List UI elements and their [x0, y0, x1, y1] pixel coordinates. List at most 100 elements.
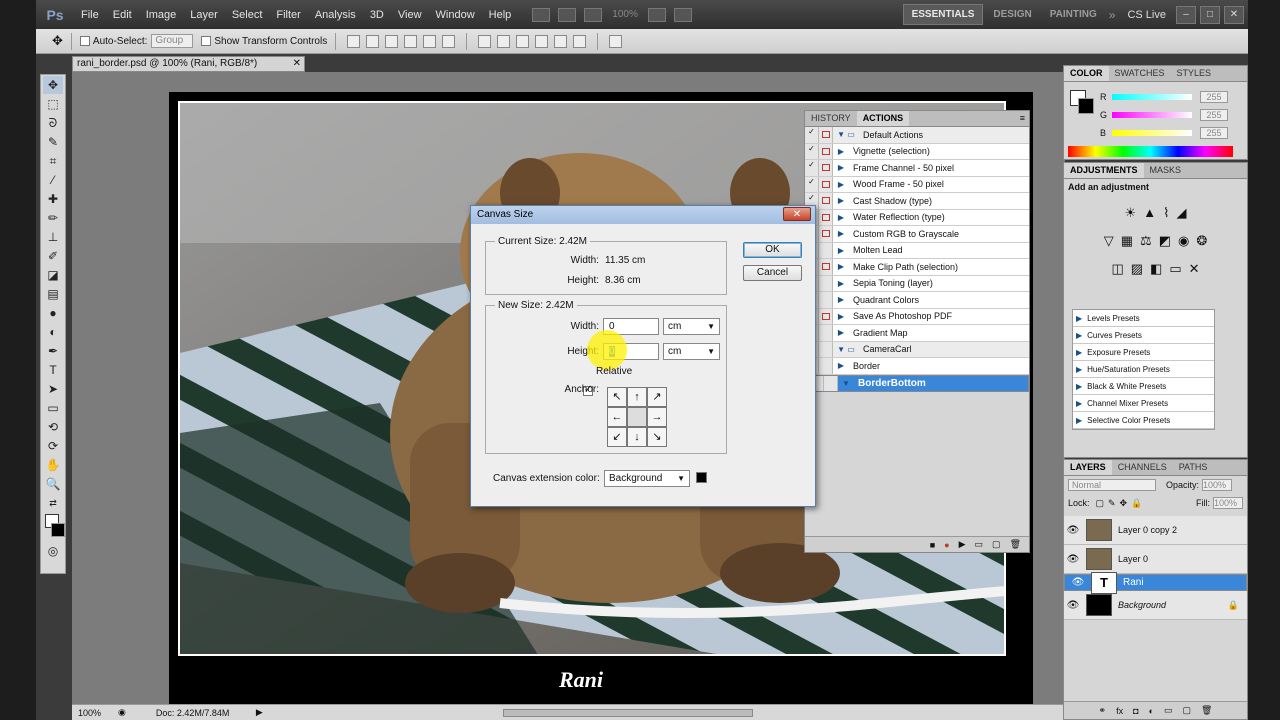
delete-layer-icon[interactable]: 🗑 [1201, 705, 1212, 716]
transform-controls-checkbox[interactable] [201, 36, 212, 46]
expand-icon[interactable]: ▶ [833, 279, 849, 288]
dialog-toggle[interactable] [819, 259, 833, 275]
threshold-icon[interactable]: ◧ [1150, 261, 1162, 277]
posterize-icon[interactable]: ▨ [1131, 261, 1143, 277]
expand-icon[interactable]: ▼ [838, 376, 854, 391]
record-icon[interactable]: ● [944, 540, 949, 550]
background-color[interactable] [51, 523, 65, 537]
menu-filter[interactable]: Filter [269, 9, 307, 21]
extension-color-swatch[interactable] [696, 472, 707, 483]
3d-rotate-tool-icon[interactable]: ⟲ [43, 418, 63, 436]
folder-icon[interactable]: ▼ ▭ [833, 130, 859, 139]
hue-saturation-icon[interactable]: ▦ [1121, 233, 1133, 249]
blur-tool-icon[interactable]: ● [43, 304, 63, 322]
expand-icon[interactable]: ▶ [833, 163, 849, 172]
action-row[interactable]: ▼ BorderBottom [805, 374, 1029, 392]
action-row[interactable]: ▶ Sepia Toning (layer) [805, 275, 1029, 292]
channel-r-value[interactable]: 255 [1200, 91, 1228, 103]
extension-color-select[interactable]: Background ▼ [604, 470, 690, 487]
quick-selection-tool-icon[interactable]: ✎ [43, 133, 63, 151]
layer-row[interactable]: 👁 Layer 0 [1064, 545, 1247, 574]
channel-b-slider[interactable] [1112, 130, 1192, 136]
new-action-icon[interactable]: ▢ [992, 539, 1001, 550]
expand-icon[interactable]: ▶ [833, 229, 849, 238]
photo-filter-icon[interactable]: ◉ [1178, 233, 1189, 249]
tab-adjustments[interactable]: ADJUSTMENTS [1064, 163, 1144, 178]
gradient-tool-icon[interactable]: ▤ [43, 285, 63, 303]
delete-icon[interactable]: 🗑 [1010, 539, 1021, 550]
dialog-toggle[interactable] [824, 375, 838, 391]
menu-view[interactable]: View [391, 9, 429, 21]
preset-selective-color[interactable]: ▶ Selective Color Presets [1073, 412, 1214, 429]
preset-black-white[interactable]: ▶ Black & White Presets [1073, 378, 1214, 395]
align-top-icon[interactable] [347, 34, 361, 48]
menu-window[interactable]: Window [429, 9, 482, 21]
folder-icon[interactable]: ▼ ▭ [833, 345, 859, 354]
anchor-top-left[interactable]: ↖ [607, 387, 627, 407]
dialog-toggle[interactable] [819, 325, 833, 341]
expand-icon[interactable]: ▶ [833, 180, 849, 189]
type-tool-icon[interactable]: T [43, 361, 63, 379]
cancel-button[interactable]: Cancel [743, 265, 802, 281]
tab-channels[interactable]: CHANNELS [1112, 460, 1173, 475]
quick-mask-icon[interactable]: ◎ [43, 542, 63, 560]
rectangle-tool-icon[interactable]: ▭ [43, 399, 63, 417]
exposure-icon[interactable]: ◢ [1176, 205, 1186, 221]
healing-brush-tool-icon[interactable]: ✚ [43, 190, 63, 208]
action-row[interactable]: ▶ Save As Photoshop PDF [805, 308, 1029, 325]
action-row[interactable]: ✓▶Water Reflection (type) [805, 209, 1029, 226]
align-left-icon[interactable] [404, 34, 418, 48]
channel-g-slider[interactable] [1112, 112, 1192, 118]
distribute-hcenter-icon[interactable] [554, 34, 568, 48]
hand-tool-icon[interactable]: ✋ [43, 456, 63, 474]
new-layer-icon[interactable]: ▢ [1183, 705, 1192, 716]
action-row[interactable]: ▶ Make Clip Path (selection) [805, 259, 1029, 276]
anchor-top[interactable]: ↑ [627, 387, 647, 407]
marquee-tool-icon[interactable]: ⬚ [43, 95, 63, 113]
menu-file[interactable]: File [74, 9, 106, 21]
anchor-left[interactable]: ← [607, 407, 627, 427]
action-row[interactable]: ✓▶Custom RGB to Grayscale [805, 226, 1029, 243]
action-set-row[interactable]: ✓ ▼ ▭ Default Actions [805, 127, 1029, 144]
dialog-toggle[interactable] [819, 160, 833, 176]
visibility-eye-icon[interactable]: 👁 [1064, 554, 1082, 565]
dialog-toggle[interactable] [819, 176, 833, 192]
dodge-tool-icon[interactable]: ◐ [43, 323, 63, 341]
action-row[interactable]: ✓ ▶ Vignette (selection) [805, 143, 1029, 160]
dialog-toggle[interactable] [819, 292, 833, 308]
anchor-right[interactable]: → [647, 407, 667, 427]
visibility-eye-icon[interactable]: 👁 [1064, 525, 1082, 536]
align-right-icon[interactable] [442, 34, 456, 48]
menu-3d[interactable]: 3D [363, 9, 391, 21]
mini-bridge-button[interactable] [558, 7, 577, 22]
status-info-icon[interactable]: ◉ [118, 707, 126, 718]
close-window-button[interactable]: ✕ [1224, 5, 1244, 24]
align-vcenter-icon[interactable] [366, 34, 380, 48]
action-row[interactable]: ▶ Gradient Map [805, 325, 1029, 342]
expand-icon[interactable]: ▶ [833, 147, 849, 156]
adjustment-layer-icon[interactable]: ◐ [1149, 706, 1154, 716]
anchor-bottom-right[interactable]: ↘ [647, 427, 667, 447]
selective-color-icon[interactable]: ✕ [1189, 261, 1200, 277]
expand-icon[interactable]: ▶ [833, 328, 849, 337]
toggle-item-checkbox[interactable]: ✓ [805, 127, 819, 143]
dialog-toggle[interactable] [819, 127, 833, 143]
dialog-toggle[interactable] [819, 358, 833, 374]
auto-align-icon[interactable] [609, 34, 623, 48]
expand-icon[interactable]: ▶ [833, 196, 849, 205]
path-selection-tool-icon[interactable]: ➤ [43, 380, 63, 398]
brightness-contrast-icon[interactable]: ☀ [1125, 205, 1137, 221]
dialog-toggle[interactable] [819, 308, 833, 324]
document-tab[interactable]: rani_border.psd @ 100% (Rani, RGB/8*) ✕ [72, 56, 305, 72]
tab-paths[interactable]: PATHS [1173, 460, 1214, 475]
menu-help[interactable]: Help [482, 9, 519, 21]
new-set-icon[interactable]: ▭ [975, 539, 984, 550]
3d-orbit-tool-icon[interactable]: ⟳ [43, 437, 63, 455]
cs-live-button[interactable]: CS Live [1127, 9, 1166, 21]
tab-masks[interactable]: MASKS [1144, 163, 1188, 178]
distribute-top-icon[interactable] [478, 34, 492, 48]
expand-icon[interactable]: ▶ [833, 312, 849, 321]
color-balance-icon[interactable]: ⚖ [1140, 233, 1152, 249]
tab-history[interactable]: HISTORY [805, 111, 857, 126]
dialog-close-button[interactable]: ✕ [783, 207, 811, 221]
